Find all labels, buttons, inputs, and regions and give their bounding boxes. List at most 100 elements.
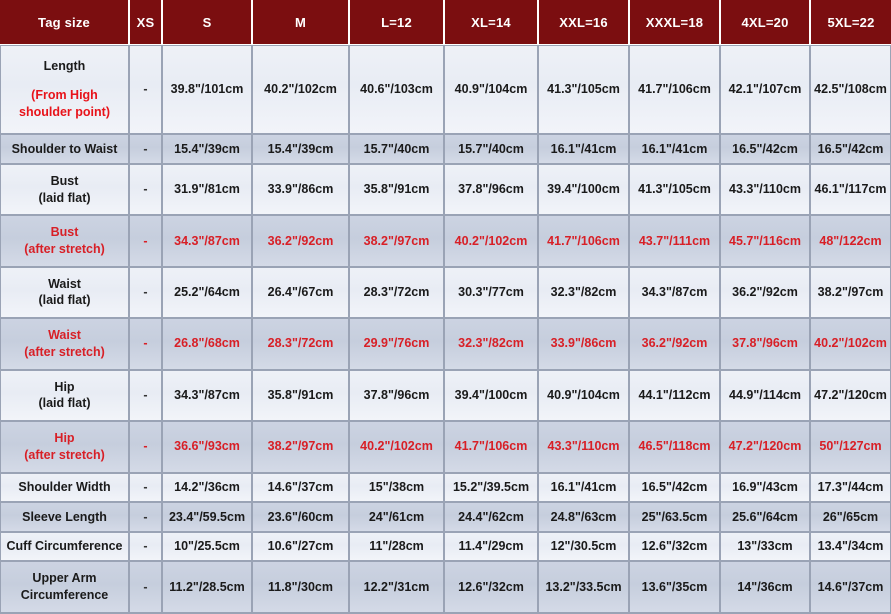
row-label-main: Bust — [50, 225, 79, 240]
cell-s: 25.2"/64cm — [163, 267, 253, 320]
cell-xxxxxl: 50"/127cm — [811, 422, 891, 474]
header-row: Tag size XS S M L=12 XL=14 XXL=16 XXXL=18 4XL=20… — [0, 0, 891, 45]
column-header-xxl: XXL=16 — [539, 0, 630, 45]
column-header-xxxxxl: 5XL=22 — [811, 0, 891, 45]
cell-s: 10"/25.5cm — [163, 532, 253, 563]
cell-xl: 39.4"/100cm — [445, 370, 539, 423]
table-row: Length (From High shoulder point) -39.8"/1… — [0, 45, 891, 136]
cell-xxxxl: 44.9"/114cm — [721, 370, 811, 423]
cell-xxl: 16.1"/41cm — [539, 473, 630, 504]
cell-xxxxxl: 17.3"/44cm — [811, 473, 891, 504]
row-label-cell: Bust (after stretch) — [0, 216, 130, 268]
cell-l: 28.3"/72cm — [350, 267, 445, 320]
cell-s: 34.3"/87cm — [163, 370, 253, 423]
row-label-cell: Bust (laid flat) — [0, 164, 130, 217]
cell-xxxl: 25"/63.5cm — [630, 503, 721, 533]
row-label-sub: (laid flat) — [38, 293, 91, 308]
row-label-main: Cuff Circumference — [6, 539, 123, 554]
cell-s: 31.9"/81cm — [163, 164, 253, 217]
cell-l: 15.7"/40cm — [350, 135, 445, 165]
cell-xxl: 12"/30.5cm — [539, 532, 630, 563]
cell-xxxxl: 16.9"/43cm — [721, 473, 811, 504]
row-label-cell: Sleeve Length — [0, 503, 130, 533]
cell-xxxxxl: 40.2"/102cm — [811, 319, 891, 371]
cell-xs: - — [130, 422, 163, 474]
cell-xl: 40.2"/102cm — [445, 216, 539, 268]
cell-xxxxxl: 16.5"/42cm — [811, 135, 891, 165]
table-row: Bust (laid flat) -31.9"/81cm 33.9"/86cm 35.8… — [0, 164, 891, 217]
cell-xxxxl: 43.3"/110cm — [721, 164, 811, 217]
column-header-xxxxl: 4XL=20 — [721, 0, 811, 45]
column-header-m: M — [253, 0, 350, 45]
table-row: Cuff Circumference -10"/25.5cm 10.6"/27cm 1… — [0, 532, 891, 563]
cell-s: 11.2"/28.5cm — [163, 562, 253, 614]
row-label-main: Bust — [50, 173, 79, 188]
cell-m: 11.8"/30cm — [253, 562, 350, 614]
row-label-sub: (laid flat) — [38, 190, 91, 205]
cell-s: 34.3"/87cm — [163, 216, 253, 268]
cell-l: 12.2"/31cm — [350, 562, 445, 614]
table-row: Shoulder Width -14.2"/36cm 14.6"/37cm 15"/3… — [0, 473, 891, 504]
cell-xxxxl: 47.2"/120cm — [721, 422, 811, 474]
cell-l: 35.8"/91cm — [350, 164, 445, 217]
cell-xxxl: 13.6"/35cm — [630, 562, 721, 614]
table-row: Bust (after stretch) -34.3"/87cm 36.2"/92cm… — [0, 216, 891, 268]
cell-s: 14.2"/36cm — [163, 473, 253, 504]
cell-l: 11"/28cm — [350, 532, 445, 563]
cell-xxl: 40.9"/104cm — [539, 370, 630, 423]
cell-xs: - — [130, 216, 163, 268]
cell-l: 24"/61cm — [350, 503, 445, 533]
cell-xxxl: 36.2"/92cm — [630, 319, 721, 371]
column-header-xxxl: XXXL=18 — [630, 0, 721, 45]
row-label-main: Sleeve Length — [22, 509, 107, 524]
row-label-main: Length — [43, 59, 86, 74]
cell-xs: - — [130, 267, 163, 320]
row-label-cell: Cuff Circumference — [0, 532, 130, 563]
cell-xl: 12.6"/32cm — [445, 562, 539, 614]
column-header-label: Tag size — [0, 0, 130, 45]
row-label-sub: (after stretch) — [24, 344, 105, 359]
cell-xl: 41.7"/106cm — [445, 422, 539, 474]
table-row: Sleeve Length -23.4"/59.5cm 23.6"/60cm 24"/… — [0, 503, 891, 533]
row-label-sub: Circumference — [20, 588, 109, 603]
cell-m: 26.4"/67cm — [253, 267, 350, 320]
cell-xxxl: 16.5"/42cm — [630, 473, 721, 504]
column-header-l: L=12 — [350, 0, 445, 45]
cell-xxxxl: 45.7"/116cm — [721, 216, 811, 268]
table-row: Hip (after stretch) -36.6"/93cm 38.2"/97cm 4… — [0, 422, 891, 474]
cell-xxxxxl: 48"/122cm — [811, 216, 891, 268]
cell-xxxxxl: 38.2"/97cm — [811, 267, 891, 320]
cell-xl: 32.3"/82cm — [445, 319, 539, 371]
cell-l: 15"/38cm — [350, 473, 445, 504]
row-label-cell: Waist (laid flat) — [0, 267, 130, 320]
cell-xxl: 32.3"/82cm — [539, 267, 630, 320]
cell-xxxl: 16.1"/41cm — [630, 135, 721, 165]
cell-xxxxl: 37.8"/96cm — [721, 319, 811, 371]
cell-xs: - — [130, 370, 163, 423]
cell-s: 23.4"/59.5cm — [163, 503, 253, 533]
cell-xxxxxl: 46.1"/117cm — [811, 164, 891, 217]
cell-m: 35.8"/91cm — [253, 370, 350, 423]
cell-xxxxxl: 26"/65cm — [811, 503, 891, 533]
cell-xs: - — [130, 532, 163, 563]
cell-xxxxl: 16.5"/42cm — [721, 135, 811, 165]
cell-m: 10.6"/27cm — [253, 532, 350, 563]
cell-xxxl: 41.7"/106cm — [630, 45, 721, 136]
row-label-cell: Length (From High shoulder point) — [0, 45, 130, 136]
cell-xl: 15.2"/39.5cm — [445, 473, 539, 504]
cell-xl: 11.4"/29cm — [445, 532, 539, 563]
row-label-sub: (after stretch) — [24, 241, 105, 256]
cell-m: 28.3"/72cm — [253, 319, 350, 371]
cell-xxxxxl: 13.4"/34cm — [811, 532, 891, 563]
cell-xl: 24.4"/62cm — [445, 503, 539, 533]
table-row: Hip (laid flat) -34.3"/87cm 35.8"/91cm 37.8"… — [0, 370, 891, 423]
cell-xxxl: 46.5"/118cm — [630, 422, 721, 474]
cell-xxxxl: 25.6"/64cm — [721, 503, 811, 533]
cell-xs: - — [130, 473, 163, 504]
row-label-main: Upper Arm — [32, 571, 97, 586]
table-row: Waist (laid flat) -25.2"/64cm 26.4"/67cm 28.… — [0, 267, 891, 320]
cell-xxxxl: 14"/36cm — [721, 562, 811, 614]
row-label-main: Waist — [48, 328, 81, 343]
cell-xs: - — [130, 319, 163, 371]
cell-s: 36.6"/93cm — [163, 422, 253, 474]
